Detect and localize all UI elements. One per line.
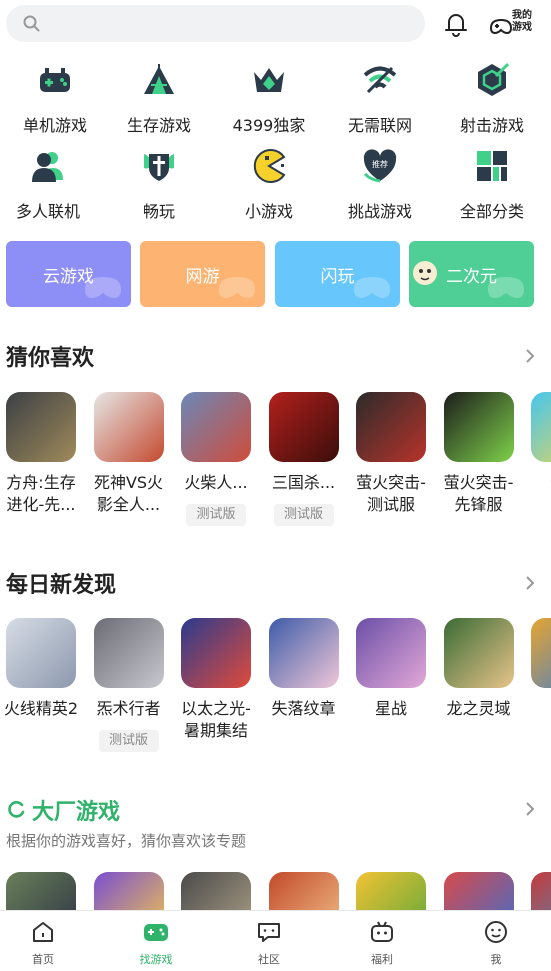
nav-me[interactable]: 我 — [441, 911, 551, 971]
chevron-right-icon[interactable] — [523, 347, 537, 365]
game-name: 失落纹章 — [271, 699, 336, 718]
game-name: 方舟:生存进化-先... — [6, 473, 76, 514]
multiplayer-icon — [32, 152, 63, 182]
tile-instant-play[interactable]: 闪玩 — [275, 241, 400, 307]
bigfactory-icon-row — [0, 872, 551, 910]
game-icon[interactable] — [6, 618, 76, 688]
test-version-badge: 测试版 — [98, 730, 159, 752]
search-icon — [23, 15, 40, 32]
category-offline[interactable]: 无需联网 — [325, 62, 435, 142]
game-icon[interactable] — [443, 392, 514, 462]
tent-icon — [144, 64, 174, 94]
bottom-nav: 首页 找游戏 社区 福利 我 — [0, 910, 551, 971]
game-name: 龙之灵域 — [446, 699, 511, 718]
crosshair-hex-icon — [478, 62, 510, 96]
game-icon[interactable] — [93, 618, 164, 688]
category-survival[interactable]: 生存游戏 — [104, 62, 214, 142]
bell-icon[interactable] — [442, 10, 470, 38]
game-name: 死神VS火影全人... — [93, 473, 164, 514]
game-icon[interactable] — [356, 618, 426, 688]
gamepad-nav-icon — [144, 924, 168, 941]
game-name: 萤火突击-测试服 — [356, 473, 426, 514]
game-name: 龙... — [525, 698, 551, 720]
game-icon[interactable] — [356, 392, 426, 462]
quick-tiles: 云游戏 网游 闪玩 二次元 — [6, 241, 551, 307]
search-input[interactable] — [6, 5, 425, 42]
category-multiplayer[interactable]: 多人联机 — [0, 148, 103, 228]
category-mini-games[interactable]: 小游戏 — [214, 148, 324, 228]
sword-shield-icon — [144, 154, 174, 181]
game-icon[interactable] — [6, 872, 76, 910]
game-name: 炁术行者 — [96, 699, 161, 718]
gamepad-icon — [40, 68, 70, 92]
category-4399-exclusive[interactable]: 4399独家 — [214, 62, 324, 142]
game-icon[interactable] — [181, 872, 251, 910]
category-all[interactable]: 全部分类 — [437, 148, 547, 228]
game-name: 以太之光-暑期集结 — [181, 699, 251, 740]
grid-icon — [477, 151, 507, 181]
game-name: 火柴人... — [184, 473, 248, 492]
top-bar: 我的 游戏 — [0, 0, 551, 48]
game-icon[interactable] — [443, 618, 514, 688]
smile-icon — [485, 921, 507, 943]
game-icon[interactable] — [93, 872, 164, 910]
guess-game-row: 方舟:生存进化-先... 死神VS火影全人... 火柴人... 测试版 三国杀... 测试… — [0, 392, 551, 542]
nav-benefits[interactable]: 福利 — [327, 911, 437, 971]
pacman-icon — [253, 149, 286, 183]
game-icon[interactable] — [531, 872, 551, 910]
chat-icon — [258, 923, 280, 942]
category-shooter[interactable]: 射击游戏 — [437, 62, 547, 142]
section-title-daily: 每日新发现 — [6, 573, 117, 598]
game-icon[interactable] — [531, 392, 551, 462]
daily-game-row: 火线精英2 炁术行者测试版以太之光-暑期集结 失落纹章 星战 龙之灵域龙... — [0, 618, 551, 768]
tile-anime[interactable]: 二次元 — [409, 241, 534, 307]
recommend-heart-icon: 推荐 — [363, 149, 397, 183]
game-icon[interactable] — [268, 872, 339, 910]
home-icon — [33, 922, 53, 942]
game-name: 星战 — [374, 699, 407, 718]
my-games-button[interactable]: 我的 游戏 — [488, 8, 540, 40]
game-icon[interactable] — [181, 392, 251, 462]
category-free-play[interactable]: 畅玩 — [104, 148, 214, 228]
my-games-label: 我的 游戏 — [512, 10, 532, 33]
section-title-bigfactory: 大厂游戏 — [32, 800, 121, 825]
game-name: 火线精英2 — [3, 699, 79, 718]
test-version-badge: 测试版 — [186, 504, 246, 526]
game-icon[interactable] — [356, 872, 426, 910]
chevron-right-icon[interactable] — [523, 574, 537, 592]
nav-find-games[interactable]: 找游戏 — [101, 911, 211, 971]
gift-robot-icon — [371, 921, 393, 942]
tile-cloud-games[interactable]: 云游戏 — [6, 241, 131, 307]
game-icon[interactable] — [93, 392, 164, 462]
svg-text:推荐: 推荐 — [372, 159, 388, 169]
game-icon[interactable] — [531, 618, 551, 688]
game-icon[interactable] — [6, 392, 76, 462]
nav-home[interactable]: 首页 — [0, 911, 98, 971]
game-icon[interactable] — [268, 392, 339, 462]
game-icon[interactable] — [181, 618, 251, 688]
game-name: 萤火突击-先锋服 — [443, 473, 514, 514]
game-icon[interactable] — [268, 618, 339, 688]
test-version-badge: 测试版 — [273, 504, 334, 526]
section-subtitle-bigfactory: 根据你的游戏喜好，猜你喜欢该专题 — [6, 832, 247, 850]
category-single-player[interactable]: 单机游戏 — [0, 62, 110, 142]
refresh-icon — [8, 801, 25, 818]
game-name: 保... — [525, 472, 551, 494]
nav-community[interactable]: 社区 — [214, 911, 324, 971]
chevron-right-icon[interactable] — [523, 800, 537, 818]
section-title-guess: 猜你喜欢 — [6, 346, 95, 371]
no-wifi-icon — [363, 66, 397, 94]
category-challenge[interactable]: 推荐 挑战游戏 — [325, 148, 435, 228]
crown-icon — [254, 68, 284, 92]
game-icon[interactable] — [443, 872, 514, 910]
tile-online-games[interactable]: 网游 — [140, 241, 265, 307]
game-name: 三国杀... — [271, 473, 336, 492]
